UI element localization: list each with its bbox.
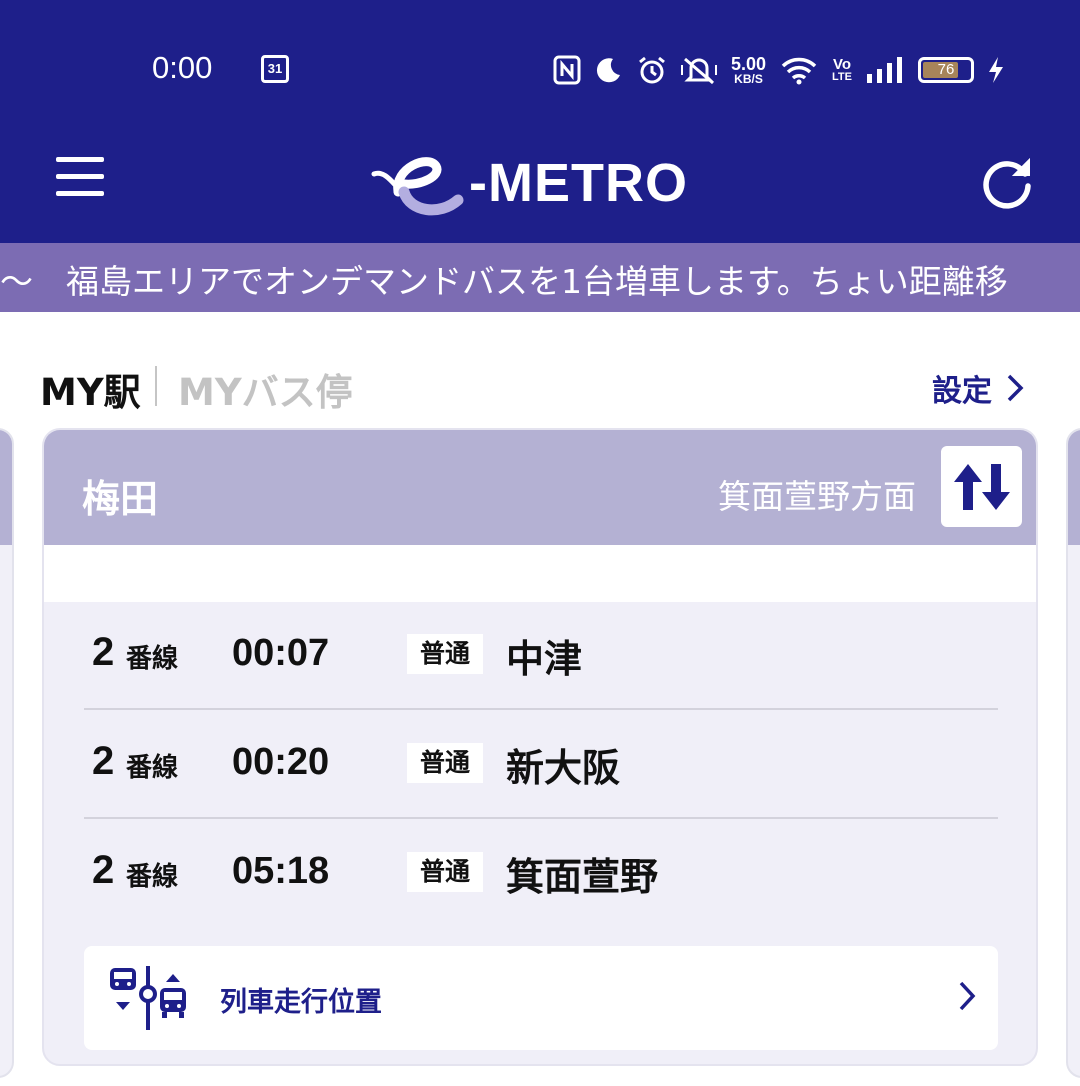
platform-number: 2 [92,630,115,674]
platform-unit: 番線 [126,753,179,783]
direction-label: 箕面萱野方面 [718,477,916,516]
train-position-icon [110,966,186,1030]
card-header [0,430,12,545]
status-icons: 5.00 KB/S Vo LTE 76 [553,50,1004,90]
swap-direction-button[interactable] [941,446,1022,527]
departure-time: 00:20 [232,741,330,783]
settings-link[interactable]: 設定 [932,366,1024,410]
platform-number: 2 [92,739,115,783]
network-speed: 5.00 KB/S [731,55,766,85]
previous-station-card[interactable] [0,428,14,1078]
menu-bar [56,191,104,196]
station-card: 梅田 箕面萱野方面 2 番線 00:07 普通 中津 2 番線 00:20 普通… [42,428,1038,1066]
signal-icon [866,56,904,84]
settings-label: 設定 [932,374,992,409]
e-logo-icon [371,157,464,216]
train-type-badge: 普通 [407,634,483,674]
network-speed-unit: KB/S [734,72,763,86]
train-position-label: 列車走行位置 [220,987,382,1018]
departure-row[interactable]: 2 番線 05:18 普通 箕面萱野 [84,820,998,928]
battery-level: 76 [937,61,955,78]
destination: 箕面萱野 [506,855,659,899]
refresh-icon [983,158,1031,209]
nfc-icon [553,55,581,85]
swap-arrows-icon [953,463,1010,510]
menu-bar [56,157,104,162]
train-type-badge: 普通 [407,743,483,783]
station-card-header: 梅田 箕面萱野方面 [44,430,1036,545]
hamburger-menu-button[interactable] [56,155,104,197]
platform-number: 2 [92,848,115,892]
station-name: 梅田 [82,477,159,521]
moon-icon [595,56,623,84]
battery-icon: 76 [918,57,974,83]
chevron-right-icon [959,981,976,1011]
volte-top: Vo [832,56,852,73]
volte-icon: Vo LTE [832,57,852,83]
tab-my-bus-stop[interactable]: MYバス停 [178,362,353,416]
chevron-right-icon [1007,374,1024,402]
ticker-text: 〜 福島エリアでオンデマンドバスを1台増車します。ちょい距離移 [0,262,1008,301]
train-type-badge: 普通 [407,852,483,892]
next-station-card[interactable] [1066,428,1080,1078]
status-time: 0:00 [152,50,213,85]
mute-icon [680,55,717,85]
logo-text: -METRO [469,153,688,213]
departure-time: 05:18 [232,850,330,892]
train-position-button[interactable]: 列車走行位置 [84,946,998,1050]
platform-unit: 番線 [126,644,179,674]
refresh-button[interactable] [978,152,1036,210]
tab-my-station[interactable]: MY駅 [40,362,141,416]
destination: 新大阪 [506,746,621,790]
news-ticker[interactable]: 〜 福島エリアでオンデマンドバスを1台増車します。ちょい距離移 [0,243,1080,312]
departure-row[interactable]: 2 番線 00:20 普通 新大阪 [84,711,998,819]
charging-icon [988,56,1004,84]
destination: 中津 [506,637,583,681]
network-speed-value: 5.00 [730,54,767,74]
departure-row[interactable]: 2 番線 00:07 普通 中津 [84,602,998,710]
alarm-icon [637,55,667,85]
card-header [1068,430,1080,545]
menu-bar [56,174,104,179]
e-metro-logo: -METRO [370,148,715,218]
volte-bottom: LTE [832,71,852,83]
tab-divider [155,366,157,406]
departure-time: 00:07 [232,632,330,674]
calendar-icon: 31 [261,55,289,83]
app-header: 0:00 31 5.00 KB/S Vo LTE 76 -METRO [0,0,1080,243]
wifi-icon [780,55,818,85]
card-spacer [44,545,1036,602]
platform-unit: 番線 [126,862,179,892]
